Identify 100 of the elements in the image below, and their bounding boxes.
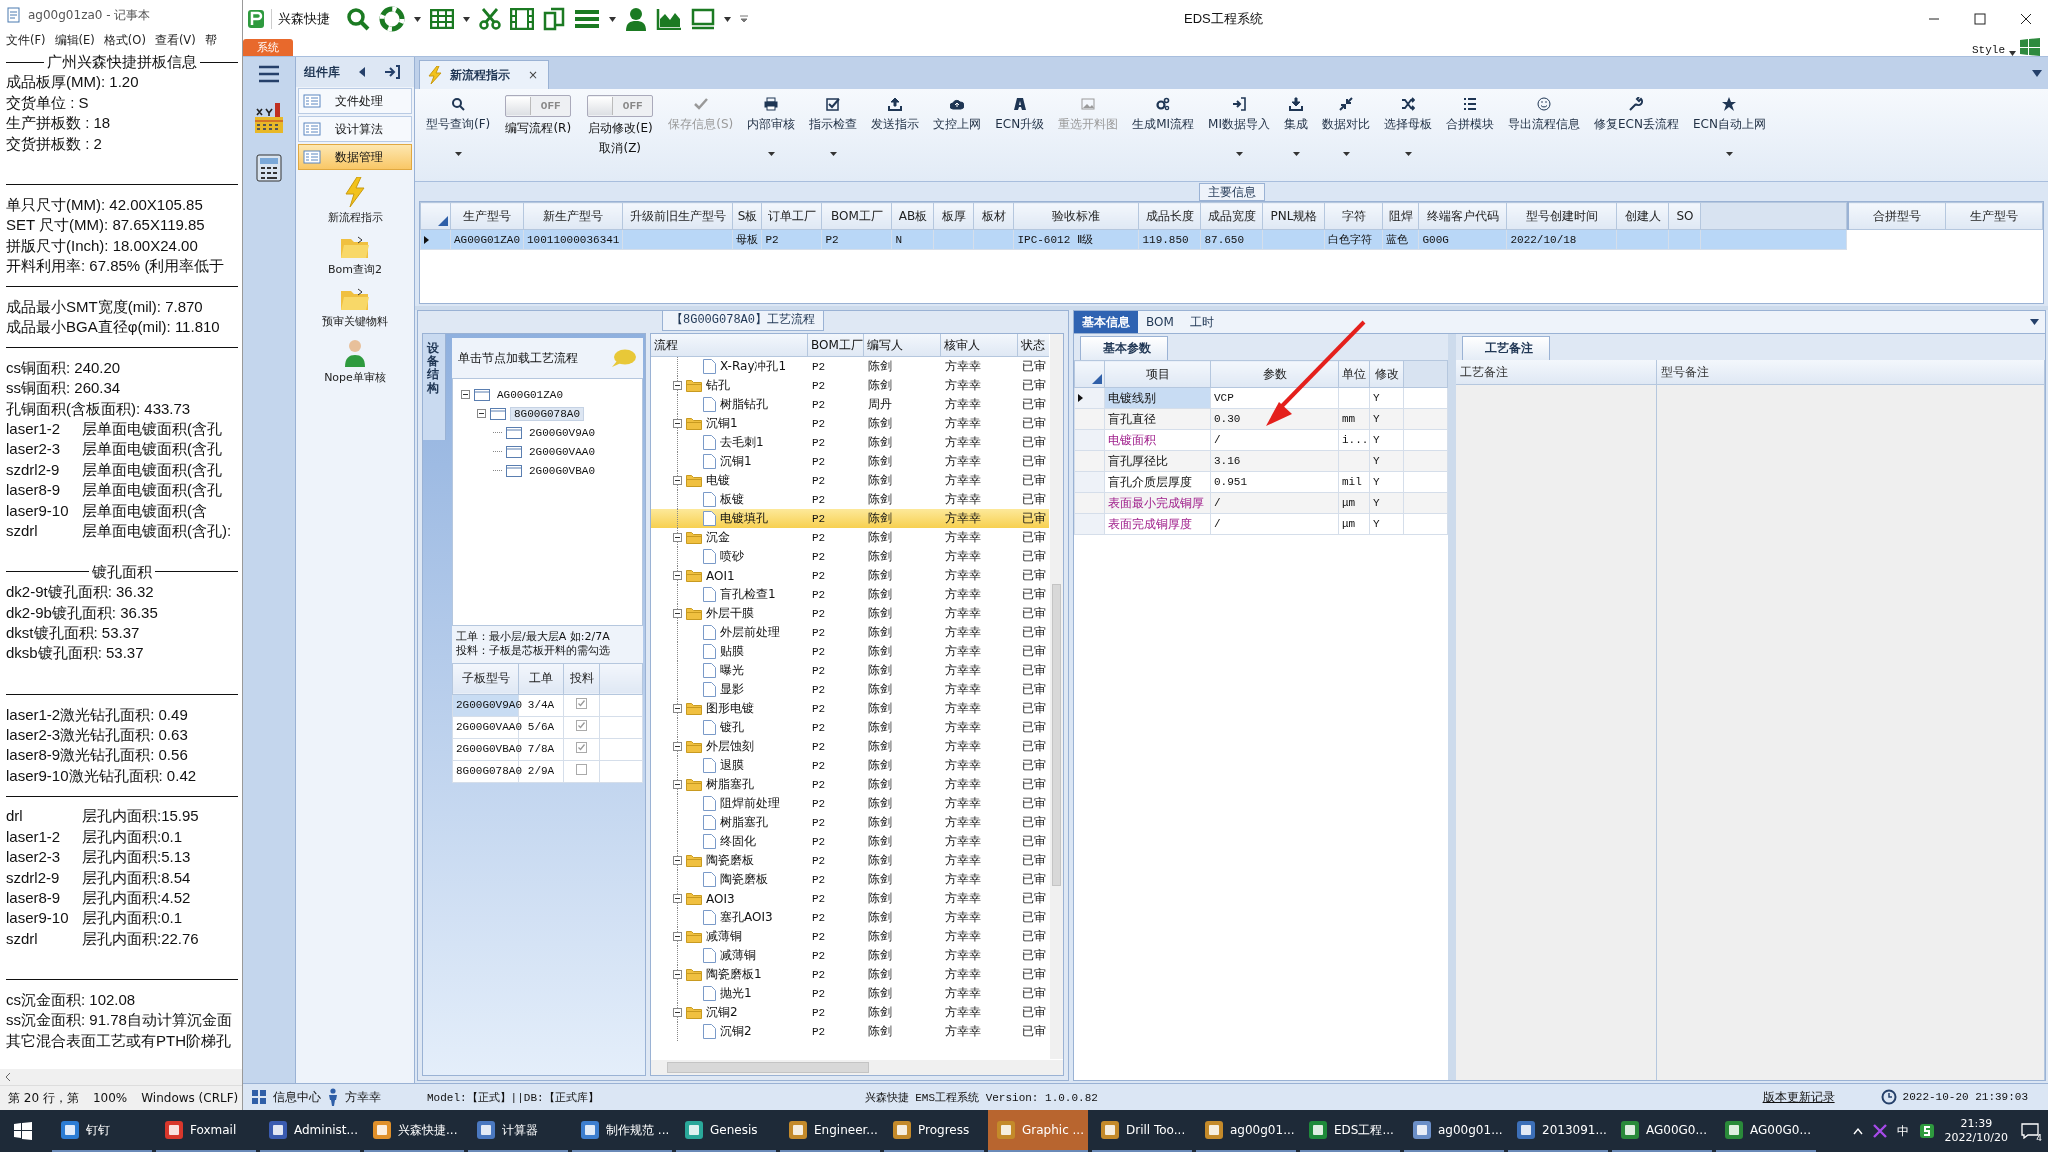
tool-button[interactable]: Bom查询2 — [296, 229, 414, 281]
column-header[interactable]: 新生产型号 — [523, 202, 623, 230]
table-row[interactable]: 沉铜2 P2 陈剑 方幸幸 已审 — [651, 1022, 1049, 1041]
ribbon-button[interactable]: 发送指示 — [866, 95, 925, 135]
collapse-left-icon[interactable] — [358, 67, 366, 77]
column-header[interactable]: S板 — [732, 202, 762, 230]
table-row[interactable]: 钻孔 P2 陈剑 方幸幸 已审 — [651, 376, 1049, 395]
column-header[interactable]: 修改 — [1369, 360, 1404, 388]
tab[interactable]: 基本参数 — [1080, 336, 1168, 360]
style-menu[interactable]: Style — [1972, 44, 2005, 56]
column-header[interactable]: 流程 — [651, 334, 808, 356]
table-row[interactable]: 沉金 P2 陈剑 方幸幸 已审 — [651, 528, 1049, 547]
collapse-icon[interactable] — [673, 571, 682, 580]
menu-item[interactable]: 文件(F) — [6, 32, 46, 48]
collapse-icon[interactable] — [673, 932, 682, 941]
table-row[interactable]: AOI3 P2 陈剑 方幸幸 已审 — [651, 889, 1049, 908]
tool-button[interactable]: 新流程指示 — [296, 171, 414, 229]
taskbar-button[interactable]: Progress — [884, 1110, 984, 1152]
table-row[interactable]: 电镀填孔 P2 陈剑 方幸幸 已审 — [651, 509, 1049, 528]
table-row[interactable]: 显影 P2 陈剑 方幸幸 已审 — [651, 680, 1049, 699]
ribbon-button[interactable]: 集成 — [1279, 95, 1313, 158]
ribbon-button[interactable]: 生成MI流程 — [1127, 95, 1200, 135]
taskbar-button[interactable]: AG00G0... — [1716, 1110, 1816, 1152]
column-header[interactable]: 订单工厂 — [761, 202, 822, 230]
tool-button[interactable]: 预审关键物料 — [296, 281, 414, 333]
ime-indicator[interactable]: 中 — [1896, 1122, 1909, 1140]
lifebuoy-icon[interactable] — [379, 6, 405, 32]
scroll-left-icon[interactable] — [4, 1072, 12, 1082]
table-row[interactable]: 阻焊前处理 P2 陈剑 方幸幸 已审 — [651, 794, 1049, 813]
checkbox[interactable] — [576, 764, 587, 776]
column-header[interactable]: 单位 — [1338, 360, 1370, 388]
ribbon-button[interactable]: 指示检查 — [804, 95, 863, 158]
table-row[interactable]: AG00G01ZA0 10011000036341 母板 P2 P2 N IPC-6012 Ⅱ级 119.850 87.650 白色字符 蓝色 G00G 2022/10/18 — [420, 229, 1847, 250]
calculator-icon[interactable] — [254, 153, 284, 183]
notification-button[interactable]: 4 — [2018, 1119, 2042, 1143]
taskbar-button[interactable]: Genesis — [676, 1110, 776, 1152]
ribbon-button[interactable]: 内部审核 — [742, 95, 801, 158]
taskbar-button[interactable]: Drill Too... — [1092, 1110, 1192, 1152]
table-row[interactable]: 终固化 P2 陈剑 方幸幸 已审 — [651, 832, 1049, 851]
taskbar-button[interactable]: 钉钉 — [52, 1110, 152, 1152]
scissors-icon[interactable] — [479, 8, 501, 30]
ribbon-button[interactable]: 文控上网 — [928, 95, 987, 135]
collapse-icon[interactable] — [673, 894, 682, 903]
collapse-icon[interactable] — [673, 970, 682, 979]
table-row[interactable]: 贴膜 P2 陈剑 方幸幸 已审 — [651, 642, 1049, 661]
caret-icon[interactable] — [414, 16, 421, 22]
taskbar-button[interactable]: EDS工程... — [1300, 1110, 1400, 1152]
menu-icon[interactable] — [258, 65, 280, 83]
person-icon[interactable] — [625, 7, 647, 31]
table-row[interactable]: 减薄铜 P2 陈剑 方幸幸 已审 — [651, 927, 1049, 946]
list-icon[interactable] — [574, 9, 600, 29]
column-header[interactable]: 项目 — [1104, 360, 1211, 388]
table-cell[interactable]: 盲孔介质层厚度 — [1104, 471, 1211, 493]
caret-icon[interactable] — [609, 16, 616, 22]
library-item[interactable]: 文件处理 — [298, 88, 412, 114]
table-row[interactable]: 树脂塞孔 P2 陈剑 方幸幸 已审 — [651, 775, 1049, 794]
collapse-icon[interactable] — [673, 856, 682, 865]
clock-date[interactable]: 2022/10/20 — [1944, 1131, 2008, 1146]
caret-icon[interactable] — [2032, 69, 2042, 77]
column-header[interactable]: 升级前旧生产型号 — [622, 202, 733, 230]
collapse-icon[interactable] — [477, 409, 486, 418]
table-row[interactable]: 外层干膜 P2 陈剑 方幸幸 已审 — [651, 604, 1049, 623]
tab[interactable]: 基本信息 — [1074, 311, 1138, 333]
collapse-icon[interactable] — [673, 476, 682, 485]
column-header[interactable]: 字符 — [1324, 202, 1383, 230]
monitor-icon[interactable] — [691, 8, 715, 30]
column-header[interactable]: 成品宽度 — [1200, 202, 1263, 230]
close-icon[interactable] — [2020, 13, 2032, 25]
ribbon-button[interactable]: 型号查询(F) — [421, 95, 496, 158]
collapse-icon[interactable] — [673, 780, 682, 789]
table-row[interactable]: 外层前处理 P2 陈剑 方幸幸 已审 — [651, 623, 1049, 642]
table-row[interactable]: 沉铜1 P2 陈剑 方幸幸 已审 — [651, 452, 1049, 471]
tree-node[interactable]: 8G00G078A0 — [510, 406, 584, 421]
side-tab[interactable]: 设备结构 — [423, 334, 446, 440]
table-row[interactable]: 陶瓷磨板 P2 陈剑 方幸幸 已审 — [651, 851, 1049, 870]
column-header[interactable]: 核审人 — [941, 334, 1018, 356]
table-row[interactable]: 电镀 P2 陈剑 方幸幸 已审 — [651, 471, 1049, 490]
ribbon-button[interactable]: 选择母板 — [1379, 95, 1437, 158]
column-header[interactable]: 生产型号 — [450, 202, 524, 230]
scrollbar[interactable] — [1050, 334, 1063, 1059]
column-header[interactable]: 型号创建时间 — [1506, 202, 1617, 230]
menu-item[interactable]: 查看(V) — [154, 32, 196, 48]
taskbar-button[interactable]: Graphic ... — [988, 1110, 1088, 1152]
taskbar-button[interactable]: 计算器 — [468, 1110, 568, 1152]
table-row[interactable]: 退膜 P2 陈剑 方幸幸 已审 — [651, 756, 1049, 775]
taskbar-button[interactable]: ag00g01... — [1404, 1110, 1504, 1152]
caret-icon[interactable] — [2030, 319, 2039, 325]
ribbon-button[interactable]: 导出流程信息 — [1503, 95, 1585, 135]
ribbon-button[interactable]: 修复ECN丢流程 — [1589, 95, 1684, 135]
changelog-link[interactable]: 版本更新记录 — [1762, 1088, 1835, 1106]
collapse-icon[interactable] — [673, 704, 682, 713]
scrollbar[interactable] — [651, 1060, 1063, 1075]
ribbon-button[interactable]: 合拼模块 — [1441, 95, 1499, 135]
table-row[interactable]: 塞孔AOI3 P2 陈剑 方幸幸 已审 — [651, 908, 1049, 927]
library-item[interactable]: 设计算法 — [298, 116, 412, 142]
tree-node[interactable]: AG00G01ZA0 — [494, 388, 566, 401]
checkbox[interactable] — [576, 742, 587, 754]
column-header[interactable]: 合拼型号 — [1848, 202, 1946, 230]
menu-item[interactable]: 编辑(E) — [54, 32, 95, 48]
column-header[interactable]: 子板型号 — [452, 663, 519, 695]
